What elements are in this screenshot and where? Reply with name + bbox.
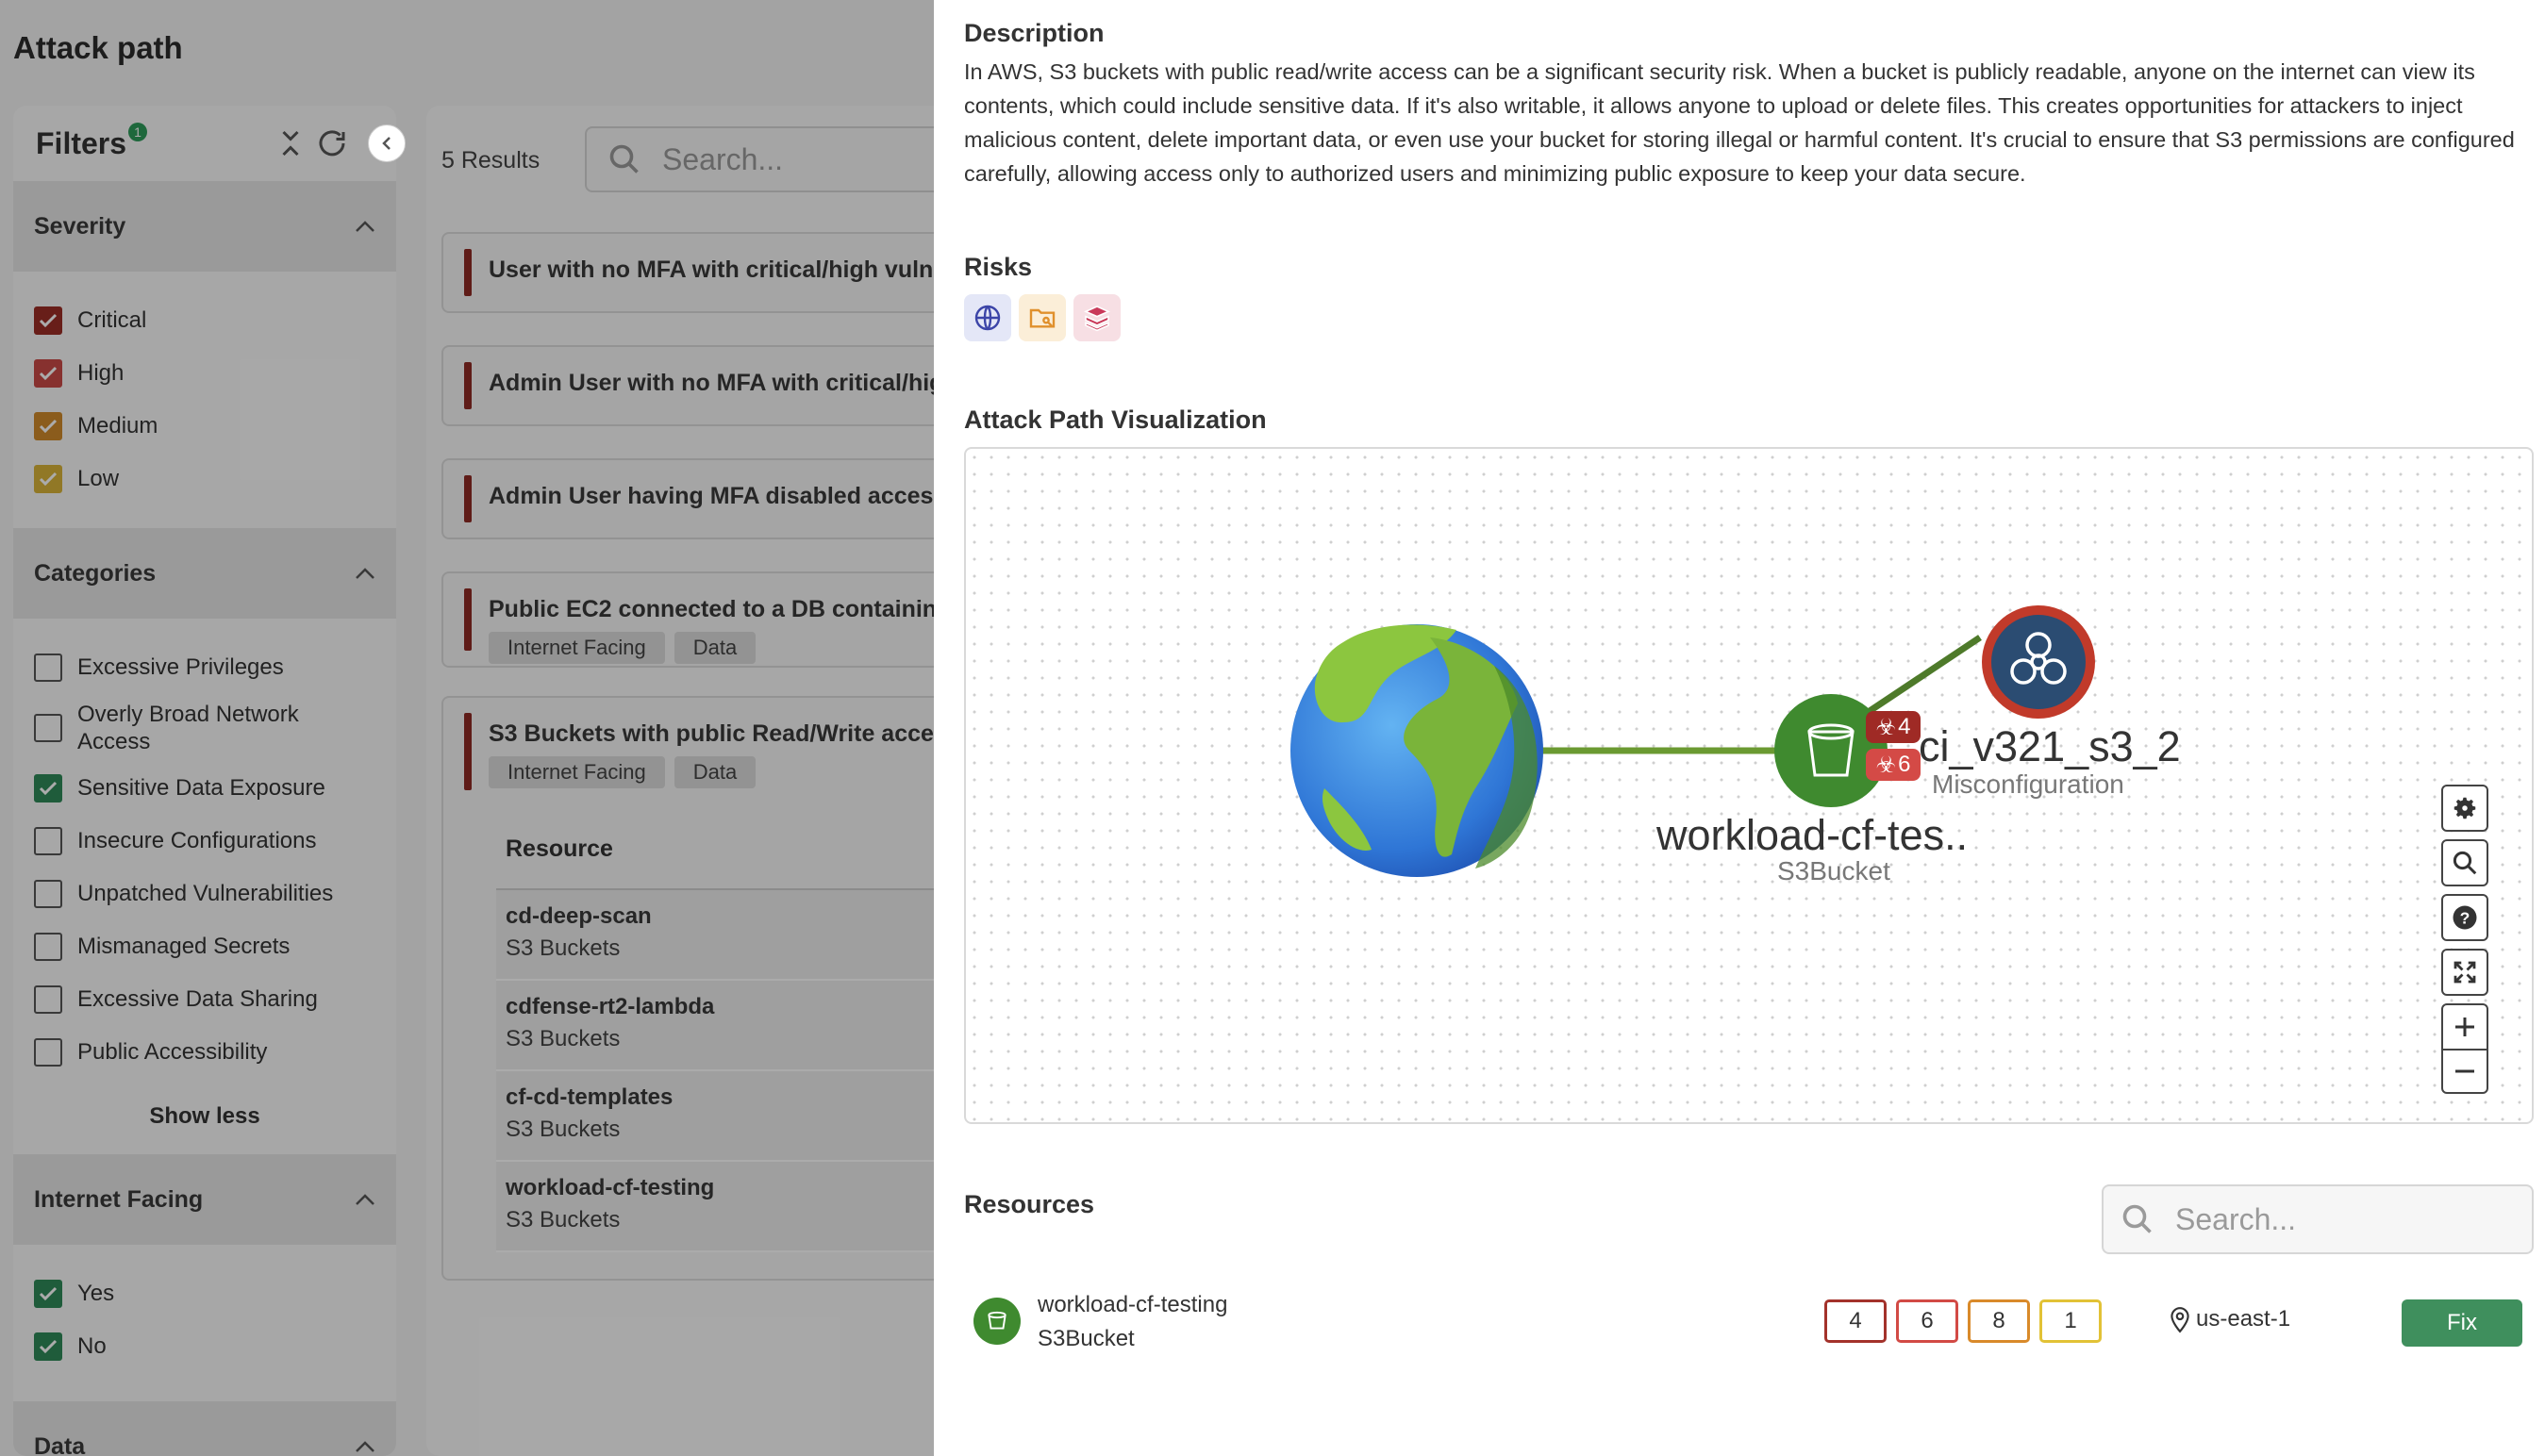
bucket-type: S3Bucket <box>1777 856 1890 885</box>
attack-path-drawer: Description In AWS, S3 buckets with publ… <box>934 0 2545 1456</box>
attack-path-graph[interactable]: ☣ 4 ☣ 6 ci_v321_s3_2 Misconfiguration work… <box>964 447 2534 1124</box>
region-label: us-east-1 <box>2196 1306 2291 1332</box>
help-icon: ? <box>2453 905 2477 930</box>
internet-globe-node[interactable] <box>1290 624 1543 877</box>
viz-heading: Attack Path Visualization <box>964 405 1267 434</box>
description-text: In AWS, S3 buckets with public read/writ… <box>964 59 2515 186</box>
graph-controls: ? <box>2441 785 2488 1094</box>
s3-bucket-icon <box>973 1298 1021 1345</box>
zoom-in-button[interactable] <box>2443 1005 2487 1049</box>
badge-value: 6 <box>1898 752 1911 777</box>
graph-canvas <box>1290 605 2095 877</box>
risk-icons <box>964 294 1121 341</box>
region: us-east-1 <box>2168 1305 2290 1333</box>
high-count[interactable]: 6 <box>1896 1299 1958 1343</box>
settings-button[interactable] <box>2441 785 2488 832</box>
help-button[interactable]: ? <box>2441 894 2488 941</box>
zoom-out-icon <box>2455 1069 2474 1073</box>
database-icon[interactable] <box>1073 294 1121 341</box>
resource-row[interactable]: workload-cf-testing S3Bucket 4 6 8 1 us-… <box>973 1284 2539 1360</box>
medium-count[interactable]: 8 <box>1968 1299 2030 1343</box>
critical-count-badge: ☣ 4 <box>1866 711 1921 743</box>
resource-name[interactable]: workload-cf-testing <box>1038 1292 1227 1318</box>
bucket-label: workload-cf-tes.. <box>1656 811 1969 859</box>
search-icon <box>2122 1204 2152 1233</box>
resource-type: S3Bucket <box>1038 1326 1135 1351</box>
search-placeholder: Search... <box>2175 1201 2297 1236</box>
misconfiguration-type: Misconfiguration <box>1932 769 2124 799</box>
modal-backdrop[interactable] <box>0 0 934 1456</box>
fit-screen-icon <box>2454 961 2476 984</box>
misconfiguration-label: ci_v321_s3_2 <box>1919 722 2181 770</box>
high-count-badge: ☣ 6 <box>1866 749 1921 781</box>
collapse-filters-button[interactable] <box>368 124 406 162</box>
risks-heading: Risks <box>964 253 1033 281</box>
resources-search-input[interactable]: Search... <box>2102 1184 2534 1254</box>
location-pin-icon <box>2171 1307 2189 1333</box>
svg-text:?: ? <box>2460 908 2470 927</box>
misconfiguration-node[interactable] <box>1982 605 2095 719</box>
zoom-search-icon <box>2453 851 2477 875</box>
zoom-controls <box>2441 1003 2488 1094</box>
critical-count[interactable]: 4 <box>1824 1299 1887 1343</box>
zoom-in-icon <box>2455 1018 2474 1036</box>
badge-value: 4 <box>1898 714 1911 739</box>
severity-counts: 4 6 8 1 <box>1824 1299 2102 1343</box>
graph-edge <box>1851 635 1982 725</box>
search-graph-button[interactable] <box>2441 839 2488 886</box>
zoom-out-button[interactable] <box>2443 1049 2487 1092</box>
chevron-left-icon <box>382 137 391 150</box>
folder-key-icon[interactable] <box>1019 294 1066 341</box>
low-count[interactable]: 1 <box>2039 1299 2102 1343</box>
biohazard-icon: ☣ <box>1875 752 1897 778</box>
settings-icon <box>2454 797 2476 819</box>
description-heading: Description <box>964 19 1105 47</box>
biohazard-icon: ☣ <box>1875 714 1897 740</box>
fix-button[interactable]: Fix <box>2402 1299 2522 1347</box>
globe-icon[interactable] <box>964 294 1011 341</box>
fit-screen-button[interactable] <box>2441 949 2488 996</box>
resources-heading: Resources <box>964 1190 1095 1218</box>
